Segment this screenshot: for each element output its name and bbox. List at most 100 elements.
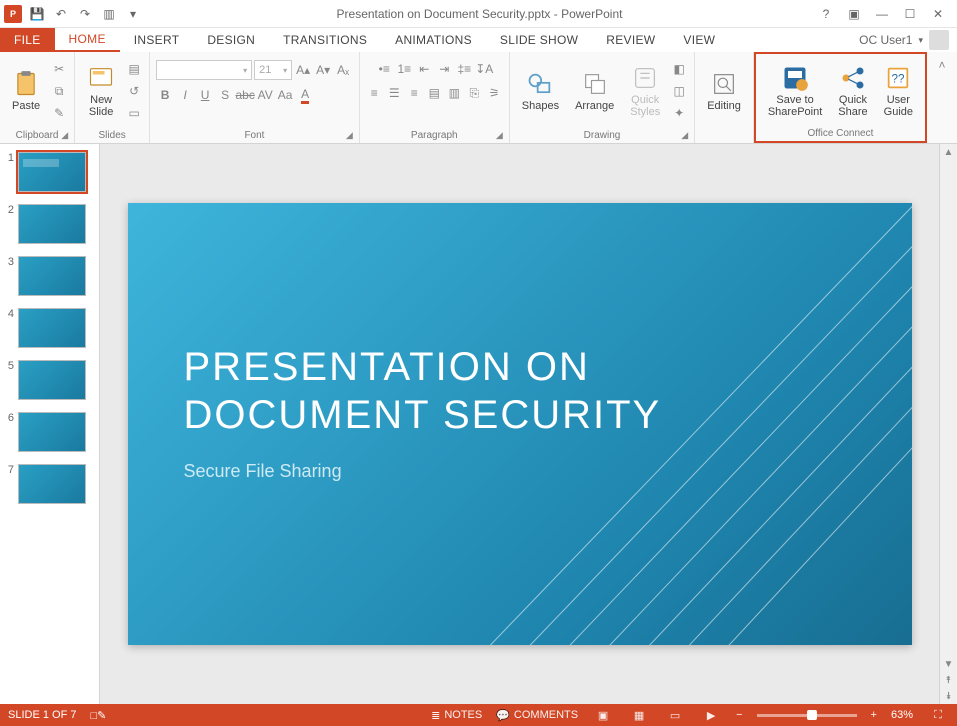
columns-icon[interactable]: ▥ xyxy=(445,84,463,102)
tab-slideshow[interactable]: SLIDE SHOW xyxy=(486,28,592,52)
clear-formatting-icon[interactable]: Aₓ xyxy=(334,61,352,79)
smartart-icon[interactable]: ⚞ xyxy=(485,84,503,102)
next-slide-icon[interactable]: ⯯ xyxy=(940,688,957,704)
redo-icon[interactable]: ↷ xyxy=(76,5,94,23)
tab-transitions[interactable]: TRANSITIONS xyxy=(269,28,381,52)
shadow-icon[interactable]: S xyxy=(216,86,234,104)
scroll-up-icon[interactable]: ▲ xyxy=(940,144,957,160)
char-spacing-icon[interactable]: AV xyxy=(256,86,274,104)
cut-icon[interactable]: ✂ xyxy=(50,60,68,78)
strikethrough-icon[interactable]: abc xyxy=(236,86,254,104)
tab-design[interactable]: DESIGN xyxy=(193,28,269,52)
help-icon[interactable]: ? xyxy=(813,3,839,25)
clipboard-dialog-launcher-icon[interactable]: ◢ xyxy=(61,130,68,141)
italic-icon[interactable]: I xyxy=(176,86,194,104)
quick-share-button[interactable]: Quick Share xyxy=(832,62,873,120)
slide-editor[interactable]: PRESENTATION ONDOCUMENT SECURITY Secure … xyxy=(100,144,939,704)
underline-icon[interactable]: U xyxy=(196,86,214,104)
align-text-icon[interactable]: ⎘ xyxy=(465,84,483,102)
font-dialog-launcher-icon[interactable]: ◢ xyxy=(346,130,353,141)
zoom-thumb[interactable] xyxy=(807,710,817,720)
minimize-icon[interactable]: — xyxy=(869,3,895,25)
paragraph-dialog-launcher-icon[interactable]: ◢ xyxy=(496,130,503,141)
bold-icon[interactable]: B xyxy=(156,86,174,104)
section-icon[interactable]: ▭ xyxy=(125,104,143,122)
thumbnail-2[interactable] xyxy=(18,204,86,244)
tab-file[interactable]: FILE xyxy=(0,28,55,52)
tab-animations[interactable]: ANIMATIONS xyxy=(381,28,486,52)
close-icon[interactable]: ✕ xyxy=(925,3,951,25)
line-spacing-icon[interactable]: ‡≡ xyxy=(455,60,473,78)
fit-to-window-icon[interactable]: ⛶ xyxy=(927,707,949,723)
tab-home[interactable]: HOME xyxy=(55,28,120,52)
ribbon-options-icon[interactable]: ▣ xyxy=(841,3,867,25)
font-family-combo[interactable]: ▾ xyxy=(156,60,252,80)
undo-icon[interactable]: ↶ xyxy=(52,5,70,23)
thumbnail-5[interactable] xyxy=(18,360,86,400)
editing-button[interactable]: Editing xyxy=(701,68,747,114)
new-slide-button[interactable]: New Slide xyxy=(81,62,121,120)
drawing-dialog-launcher-icon[interactable]: ◢ xyxy=(681,130,688,141)
start-from-beginning-icon[interactable]: ▥ xyxy=(100,5,118,23)
save-icon[interactable]: 💾 xyxy=(28,5,46,23)
tab-view[interactable]: VIEW xyxy=(669,28,729,52)
qat-customize-icon[interactable]: ▾ xyxy=(124,5,142,23)
prev-slide-icon[interactable]: ⯭ xyxy=(940,672,957,688)
zoom-out-icon[interactable]: − xyxy=(736,709,742,721)
font-color-icon[interactable]: A xyxy=(296,86,314,104)
zoom-in-icon[interactable]: + xyxy=(871,709,877,721)
increase-indent-icon[interactable]: ⇥ xyxy=(435,60,453,78)
normal-view-icon[interactable]: ▣ xyxy=(592,707,614,723)
thumbnail-6[interactable] xyxy=(18,412,86,452)
copy-icon[interactable]: ⧉ xyxy=(50,82,68,100)
thumbnail-7[interactable] xyxy=(18,464,86,504)
sorter-view-icon[interactable]: ▦ xyxy=(628,707,650,723)
layout-icon[interactable]: ▤ xyxy=(125,60,143,78)
slideshow-view-icon[interactable]: ▶ xyxy=(700,707,722,723)
slide-subtitle[interactable]: Secure File Sharing xyxy=(184,461,342,482)
paste-button[interactable]: Paste xyxy=(6,68,46,114)
align-left-icon[interactable]: ≡ xyxy=(365,84,383,102)
decrease-font-icon[interactable]: A▾ xyxy=(314,61,332,79)
shape-fill-icon[interactable]: ◧ xyxy=(670,60,688,78)
shape-effects-icon[interactable]: ✦ xyxy=(670,104,688,122)
font-size-combo[interactable]: 21▾ xyxy=(254,60,292,80)
thumbnail-1[interactable] xyxy=(18,152,86,192)
collapse-ribbon-icon[interactable]: ˄ xyxy=(933,56,951,74)
reading-view-icon[interactable]: ▭ xyxy=(664,707,686,723)
vertical-scrollbar[interactable]: ▲ ▼ ⯭ ⯯ xyxy=(939,144,957,704)
align-right-icon[interactable]: ≡ xyxy=(405,84,423,102)
maximize-icon[interactable]: ☐ xyxy=(897,3,923,25)
bullets-icon[interactable]: •≡ xyxy=(375,60,393,78)
zoom-level[interactable]: 63% xyxy=(891,709,913,721)
thumbnail-3[interactable] xyxy=(18,256,86,296)
comments-button[interactable]: 💬COMMENTS xyxy=(496,709,578,722)
user-guide-button[interactable]: ?? User Guide xyxy=(878,62,919,120)
zoom-slider[interactable] xyxy=(757,714,857,717)
increase-font-icon[interactable]: A▴ xyxy=(294,61,312,79)
tab-insert[interactable]: INSERT xyxy=(120,28,194,52)
numbering-icon[interactable]: 1≡ xyxy=(395,60,413,78)
quick-styles-button[interactable]: Quick Styles xyxy=(624,62,666,120)
shapes-button[interactable]: Shapes xyxy=(516,68,565,114)
text-direction-icon[interactable]: ↧A xyxy=(475,60,493,78)
spell-check-icon[interactable]: □✎ xyxy=(90,709,106,722)
align-center-icon[interactable]: ☰ xyxy=(385,84,403,102)
user-menu-chevron-icon[interactable]: ▾ xyxy=(918,35,923,46)
arrange-button[interactable]: Arrange xyxy=(569,68,620,114)
shape-outline-icon[interactable]: ◫ xyxy=(670,82,688,100)
user-name[interactable]: OC User1 xyxy=(859,33,912,47)
tab-review[interactable]: REVIEW xyxy=(592,28,669,52)
slide-position[interactable]: SLIDE 1 OF 7 xyxy=(8,709,76,721)
format-painter-icon[interactable]: ✎ xyxy=(50,104,68,122)
notes-button[interactable]: ≣NOTES xyxy=(431,709,482,722)
reset-icon[interactable]: ↺ xyxy=(125,82,143,100)
save-to-sharepoint-button[interactable]: Save to SharePoint xyxy=(762,62,828,120)
avatar[interactable] xyxy=(929,30,949,50)
scroll-down-icon[interactable]: ▼ xyxy=(940,656,957,672)
change-case-icon[interactable]: Aa xyxy=(276,86,294,104)
justify-icon[interactable]: ▤ xyxy=(425,84,443,102)
thumbnail-4[interactable] xyxy=(18,308,86,348)
slide[interactable]: PRESENTATION ONDOCUMENT SECURITY Secure … xyxy=(128,203,912,645)
decrease-indent-icon[interactable]: ⇤ xyxy=(415,60,433,78)
